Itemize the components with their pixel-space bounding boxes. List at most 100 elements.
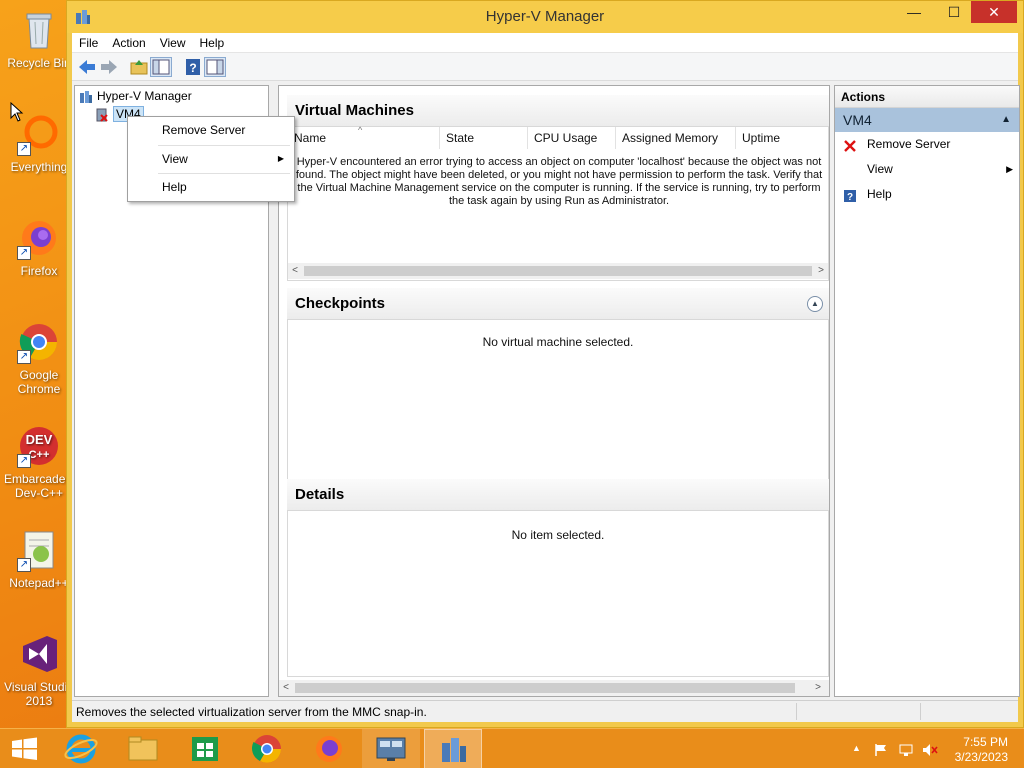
collapse-section-icon[interactable]: ▲ <box>1001 108 1011 132</box>
minimize-button[interactable]: — <box>897 1 931 23</box>
taskbar-hyperv-manager[interactable] <box>424 729 482 768</box>
firefox-icon <box>316 736 342 762</box>
shortcut-arrow-icon: ↗ <box>17 142 31 156</box>
back-icon[interactable] <box>76 57 98 77</box>
taskbar-store[interactable] <box>176 729 234 768</box>
action-view-label: View <box>867 162 893 176</box>
details-message: No item selected. <box>511 528 605 542</box>
actions-section-vm4[interactable]: VM4 ▲ <box>835 108 1019 132</box>
firefox-icon: ↗ <box>17 216 61 260</box>
help-icon[interactable]: ? <box>182 57 204 77</box>
network-icon[interactable] <box>898 743 913 757</box>
sort-ascending-icon: ^ <box>358 125 363 135</box>
status-text: Removes the selected virtualization serv… <box>76 705 427 719</box>
title-bar[interactable]: Hyper-V Manager — ☐ ✕ <box>67 1 1023 33</box>
shortcut-arrow-icon: ↗ <box>17 350 31 364</box>
submenu-arrow-icon: ▶ <box>277 154 284 163</box>
action-remove-server[interactable]: Remove Server <box>835 132 1019 157</box>
svg-text:DEV: DEV <box>26 432 53 447</box>
show-hidden-icons-icon[interactable]: ▲ <box>852 743 866 757</box>
action-help-label: Help <box>867 187 892 201</box>
action-help[interactable]: ? Help <box>835 182 1019 207</box>
context-menu-view-label: View <box>162 152 188 166</box>
column-uptime[interactable]: Uptime <box>736 127 831 149</box>
svg-text:?: ? <box>847 192 853 203</box>
column-cpu-usage[interactable]: CPU Usage <box>528 127 616 149</box>
taskbar-server-manager[interactable] <box>362 729 420 768</box>
folder-icon <box>128 736 158 761</box>
vm-error-message: Hyper-V encountered an error trying to a… <box>295 156 823 207</box>
scroll-right-icon[interactable]: > <box>811 680 825 696</box>
start-button[interactable] <box>0 729 50 768</box>
taskbar: ▲ 7:55 PM 3/23/2023 <box>0 728 1024 768</box>
clock[interactable]: 7:55 PM 3/23/2023 <box>955 735 1008 765</box>
context-menu-remove-server[interactable]: Remove Server <box>128 117 294 143</box>
scroll-right-icon[interactable]: > <box>814 263 828 279</box>
close-button[interactable]: ✕ <box>971 1 1017 23</box>
column-assigned-memory[interactable]: Assigned Memory <box>616 127 736 149</box>
actions-header: Actions <box>835 86 1019 108</box>
status-divider <box>920 703 921 720</box>
up-folder-icon[interactable] <box>128 57 150 77</box>
menu-view[interactable]: View <box>153 33 193 53</box>
center-horizontal-scrollbar[interactable]: < > <box>279 680 829 696</box>
volume-muted-icon[interactable] <box>922 743 938 757</box>
help-icon: ? <box>843 187 857 203</box>
status-divider <box>796 703 797 720</box>
hyperv-manager-icon <box>442 738 466 762</box>
mouse-cursor-icon <box>10 101 24 125</box>
context-menu-view[interactable]: View ▶ <box>128 146 294 172</box>
desktop-icon-label: Embarcadero Dev-C++ <box>4 472 77 500</box>
scroll-left-icon[interactable]: < <box>288 263 302 279</box>
action-view[interactable]: View ▶ <box>835 157 1019 182</box>
toolbar: ? <box>72 53 1018 81</box>
svg-text:?: ? <box>189 61 196 75</box>
server-manager-icon <box>376 737 406 761</box>
submenu-arrow-icon: ▶ <box>1006 164 1013 174</box>
taskbar-chrome[interactable] <box>238 729 296 768</box>
chrome-icon: ↗ <box>17 320 61 364</box>
virtual-machines-list: Name ^ State CPU Usage Assigned Memory U… <box>287 125 831 281</box>
shortcut-arrow-icon: ↗ <box>17 558 31 572</box>
scroll-left-icon[interactable]: < <box>279 680 293 696</box>
show-hide-tree-icon[interactable] <box>150 57 172 77</box>
chrome-icon <box>251 735 281 763</box>
column-name[interactable]: Name <box>288 127 440 149</box>
notepadpp-icon: ↗ <box>17 528 61 572</box>
recycle-bin-icon <box>17 8 61 52</box>
tree-root-label: Hyper-V Manager <box>97 89 192 103</box>
center-pane: Virtual Machines Name ^ State CPU Usage … <box>278 85 830 697</box>
maximize-button[interactable]: ☐ <box>937 1 971 23</box>
remove-x-icon <box>843 137 857 152</box>
actions-section-label: VM4 <box>843 112 872 128</box>
tree-item-hyperv-manager[interactable]: Hyper-V Manager <box>79 88 192 104</box>
devcpp-icon: DEV C++ ↗ <box>17 424 61 468</box>
vm-horizontal-scrollbar[interactable]: < > <box>288 263 828 279</box>
scrollbar-thumb[interactable] <box>304 266 812 276</box>
menu-action[interactable]: Action <box>105 33 152 53</box>
visual-studio-icon <box>17 632 61 676</box>
taskbar-internet-explorer[interactable] <box>52 729 110 768</box>
checkpoints-header: Checkpoints <box>287 288 829 320</box>
forward-icon[interactable] <box>98 57 120 77</box>
details-body: No item selected. <box>287 511 829 677</box>
clock-time: 7:55 PM <box>963 735 1008 749</box>
checkpoints-body: No virtual machine selected. <box>287 320 829 502</box>
column-state[interactable]: State <box>440 127 528 149</box>
checkpoints-message: No virtual machine selected. <box>482 335 634 349</box>
taskbar-firefox[interactable] <box>300 729 358 768</box>
menu-help[interactable]: Help <box>193 33 232 53</box>
clock-date: 3/23/2023 <box>954 750 1008 764</box>
hyperv-manager-window: Hyper-V Manager — ☐ ✕ File Action View Help… <box>66 0 1024 728</box>
menu-file[interactable]: File <box>72 33 105 53</box>
context-menu-help[interactable]: Help <box>128 174 294 200</box>
details-header: Details <box>287 479 829 511</box>
internet-explorer-icon <box>64 734 98 764</box>
show-hide-action-pane-icon[interactable] <box>204 57 226 77</box>
action-center-flag-icon[interactable] <box>874 743 888 757</box>
server-error-icon <box>95 108 109 122</box>
scrollbar-thumb[interactable] <box>295 683 795 693</box>
collapse-checkpoints-icon[interactable]: ▲ <box>807 296 823 312</box>
shortcut-arrow-icon: ↗ <box>17 246 31 260</box>
taskbar-file-explorer[interactable] <box>114 729 172 768</box>
